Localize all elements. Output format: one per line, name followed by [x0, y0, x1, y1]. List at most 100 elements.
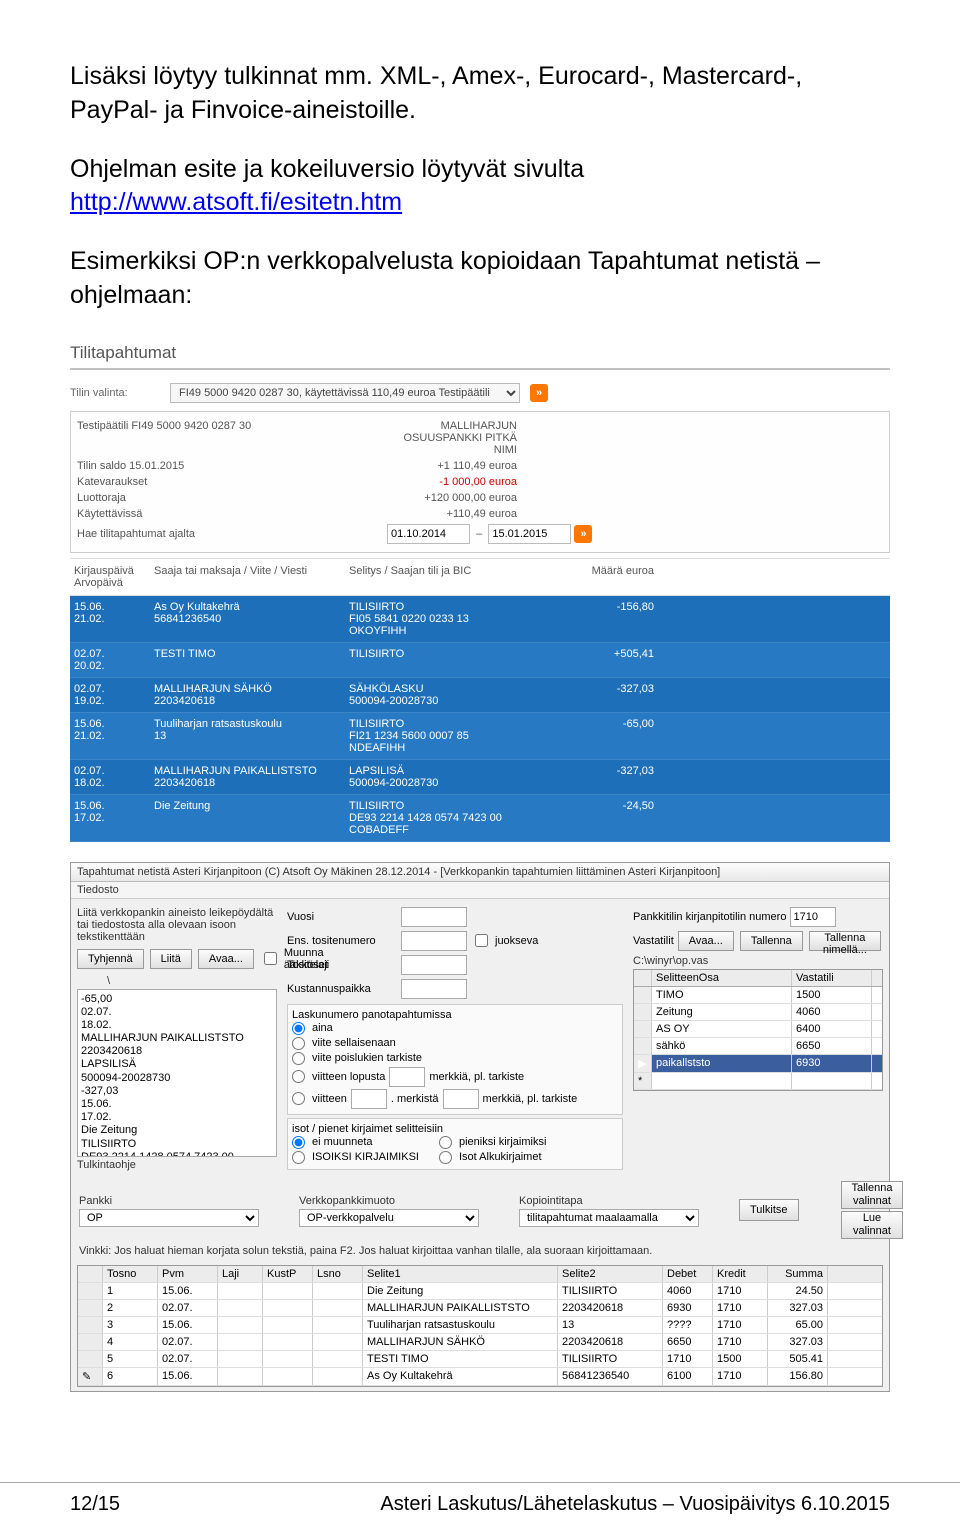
- lop-num[interactable]: [389, 1067, 425, 1087]
- row-selector[interactable]: [78, 1317, 103, 1333]
- intro-p2: Ohjelman esite ja kokeiluversio löytyvät…: [70, 153, 890, 221]
- tilitapahtumat-title: Tilitapahtumat: [70, 338, 890, 370]
- result-row[interactable]: 402.07.MALLIHARJUN SÄHKÖ2203420618665017…: [78, 1334, 882, 1351]
- vastatili-row[interactable]: TIMO1500: [634, 987, 882, 1004]
- cell-laji: [218, 1300, 263, 1316]
- radio-viite-sell[interactable]: [292, 1037, 305, 1050]
- radio-viitteen[interactable]: [292, 1092, 305, 1105]
- tulkitse-button[interactable]: Tulkitse: [739, 1199, 799, 1221]
- vt-avaa[interactable]: Avaa...: [678, 931, 734, 951]
- avaa-button[interactable]: Avaa...: [198, 949, 254, 969]
- bh-summa: Summa: [768, 1266, 828, 1282]
- date-from[interactable]: [387, 524, 470, 544]
- merkista-num[interactable]: [351, 1089, 387, 1109]
- radio-ei-muunneta[interactable]: [292, 1136, 305, 1149]
- kop-col-label: Kopiointitapa: [519, 1193, 699, 1209]
- result-row[interactable]: 115.06.Die ZeitungTILISIIRTO4060171024.5…: [78, 1283, 882, 1300]
- transaction-row[interactable]: 02.07.18.02.MALLIHARJUN PAIKALLISTSTO220…: [70, 760, 890, 795]
- kaytett-val: +110,49 euroa: [387, 508, 517, 520]
- bh-selite2: Selite2: [558, 1266, 663, 1282]
- radio-pieniksi[interactable]: [439, 1136, 452, 1149]
- paste-textarea[interactable]: -65,00 02.07. 18.02. MALLIHARJUN PAIKALL…: [77, 989, 277, 1157]
- tr-date: 02.07.18.02.: [74, 764, 154, 790]
- pankkitili-input[interactable]: [790, 907, 836, 927]
- radio-viite-pois[interactable]: [292, 1052, 305, 1065]
- verkk-select[interactable]: OP-verkkopalvelu: [299, 1209, 479, 1227]
- vastatili-row[interactable]: ▶paikallststo6930: [634, 1055, 882, 1073]
- menu-tiedosto[interactable]: Tiedosto: [71, 882, 889, 899]
- cell-pvm: 15.06.: [158, 1283, 218, 1299]
- cell-selite1: As Oy Kultakehrä: [363, 1368, 558, 1385]
- vuosi-input[interactable]: [401, 907, 467, 927]
- transaction-row[interactable]: 15.06.21.02.Tuuliharjan ratsastuskoulu13…: [70, 713, 890, 760]
- cell-kustp: [263, 1351, 313, 1367]
- cell-kustp: [263, 1300, 313, 1316]
- transaction-row[interactable]: 15.06.21.02.As Oy Kultakehrä56841236540T…: [70, 596, 890, 643]
- merkkia2-label: merkkiä, pl. tarkiste: [483, 1093, 578, 1105]
- saldo-label: Tilin saldo 15.01.2015: [77, 460, 387, 472]
- vastatili-row[interactable]: sähkö6650: [634, 1038, 882, 1055]
- vastatili-new-row[interactable]: *: [634, 1073, 882, 1090]
- radio-viitteen-lop[interactable]: [292, 1070, 305, 1083]
- bh-pvm: Pvm: [158, 1266, 218, 1282]
- liita-button[interactable]: Liitä: [150, 949, 192, 969]
- laskunumero-title: Laskunumero panotapahtumissa: [292, 1009, 618, 1021]
- juokseva-check[interactable]: [475, 934, 488, 947]
- tr-payee: Die Zeitung: [154, 799, 349, 837]
- result-row[interactable]: 315.06.Tuuliharjan ratsastuskoulu13????1…: [78, 1317, 882, 1334]
- pankki-select[interactable]: OP: [79, 1209, 259, 1227]
- row-selector[interactable]: [78, 1300, 103, 1316]
- ens-input[interactable]: [401, 931, 467, 951]
- result-row[interactable]: 502.07.TESTI TIMOTILISIIRTO17101500505.4…: [78, 1351, 882, 1368]
- merkkia-num[interactable]: [443, 1089, 479, 1109]
- date-to[interactable]: [488, 524, 571, 544]
- row-selector[interactable]: [78, 1283, 103, 1299]
- cell-debet: ????: [663, 1317, 713, 1333]
- vastatili-row[interactable]: Zeitung4060: [634, 1004, 882, 1021]
- lue-valinnat-button[interactable]: Lue valinnat: [841, 1211, 904, 1239]
- hae-label: Hae tilitapahtumat ajalta: [77, 528, 387, 540]
- intro-link[interactable]: http://www.atsoft.fi/esitetn.htm: [70, 188, 402, 216]
- tr-desc: TILISIIRTOFI05 5841 0220 0233 13OKOYFIHH: [349, 600, 544, 638]
- tallenna-valinnat-button[interactable]: Tallenna valinnat: [841, 1181, 904, 1209]
- radio-aina[interactable]: [292, 1022, 305, 1035]
- transaction-row[interactable]: 15.06.17.02.Die ZeitungTILISIIRTODE93 22…: [70, 795, 890, 842]
- radio-isot-alku[interactable]: [439, 1151, 452, 1164]
- tr-desc: TILISIIRTOFI21 1234 5600 0007 85NDEAFIHH: [349, 717, 544, 755]
- transaction-row[interactable]: 02.07.19.02.MALLIHARJUN SÄHKÖ2203420618S…: [70, 678, 890, 713]
- kust-input[interactable]: [401, 979, 467, 999]
- cell-tosno: 6: [103, 1368, 158, 1385]
- go-icon[interactable]: »: [530, 384, 548, 402]
- luotto-val: +120 000,00 euroa: [387, 492, 517, 504]
- vt-tallenna[interactable]: Tallenna: [740, 931, 803, 951]
- vt-tallenna-nim[interactable]: Tallenna nimellä...: [809, 931, 881, 951]
- tyhjenna-button[interactable]: Tyhjennä: [77, 949, 144, 969]
- cell-selite2: TILISIIRTO: [558, 1283, 663, 1299]
- vastatili-row[interactable]: AS OY6400: [634, 1021, 882, 1038]
- bh-selite1: Selite1: [363, 1266, 558, 1282]
- result-row[interactable]: 202.07.MALLIHARJUN PAIKALLISTSTO22034206…: [78, 1300, 882, 1317]
- bh-laji: Laji: [218, 1266, 263, 1282]
- katevar-val: -1 000,00 euroa: [387, 476, 517, 488]
- cell-summa: 505.41: [768, 1351, 828, 1367]
- cell-laji: [218, 1334, 263, 1350]
- tilin-valinta-select[interactable]: FI49 5000 9420 0287 30, käytettävissä 11…: [170, 383, 520, 403]
- vt-selite: Zeitung: [652, 1004, 792, 1020]
- tr-date: 15.06.21.02.: [74, 600, 154, 638]
- row-selector[interactable]: [78, 1334, 103, 1350]
- tr-date: 02.07.20.02.: [74, 647, 154, 673]
- isoiksi-label: ISOIKSI KIRJAIMIKSI: [312, 1151, 419, 1163]
- radio-isoiksi[interactable]: [292, 1151, 305, 1164]
- cell-kredit: 1710: [713, 1317, 768, 1333]
- tositelaji-input[interactable]: [401, 955, 467, 975]
- muunna-checkbox[interactable]: [264, 952, 277, 965]
- vastatilit-label: Vastatilit: [633, 935, 674, 947]
- pankki-col-label: Pankki: [79, 1193, 259, 1209]
- window-titlebar: Tapahtumat netistä Asteri Kirjanpitoon (…: [71, 863, 889, 882]
- result-row[interactable]: ✎615.06.As Oy Kultakehrä5684123654061001…: [78, 1368, 882, 1386]
- row-selector[interactable]: ✎: [78, 1368, 103, 1385]
- transaction-row[interactable]: 02.07.20.02.TESTI TIMOTILISIIRTO+505,41: [70, 643, 890, 678]
- fetch-icon[interactable]: »: [574, 525, 592, 543]
- row-selector[interactable]: [78, 1351, 103, 1367]
- kop-select[interactable]: tilitapahtumat maalaamalla: [519, 1209, 699, 1227]
